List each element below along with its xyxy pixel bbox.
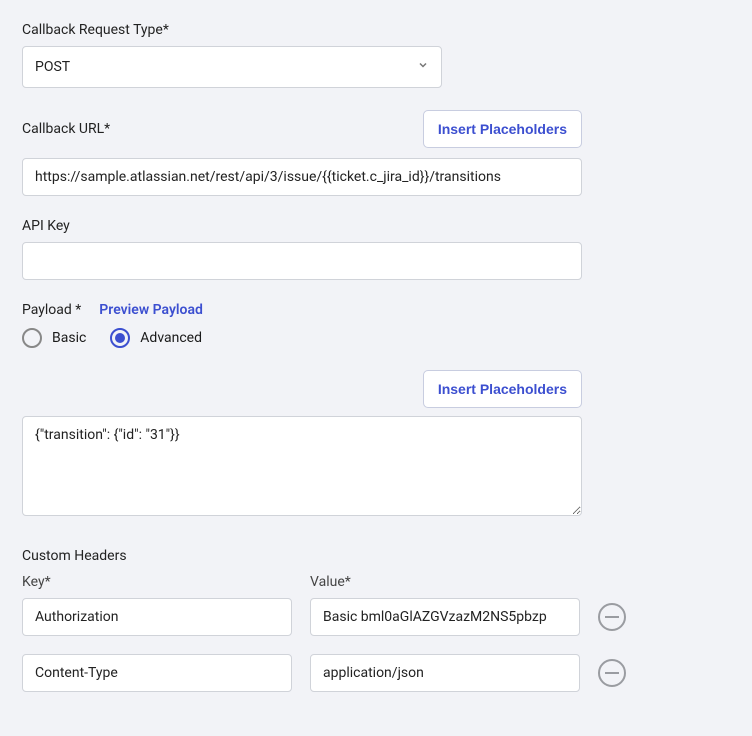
callback-request-type-section: Callback Request Type* POST: [22, 22, 730, 88]
header-value-col-label: Value*: [310, 574, 580, 590]
callback-request-type-label: Callback Request Type*: [22, 22, 730, 38]
header-key-col-label: Key*: [22, 574, 292, 590]
payload-basic-label: Basic: [52, 330, 86, 346]
remove-header-button[interactable]: [598, 603, 626, 631]
payload-advanced-label: Advanced: [140, 330, 202, 346]
header-row: [22, 598, 662, 636]
callback-url-input[interactable]: [22, 158, 582, 196]
insert-placeholders-payload-button[interactable]: Insert Placeholders: [423, 370, 582, 408]
payload-advanced-radio[interactable]: Advanced: [110, 328, 202, 348]
remove-header-button[interactable]: [598, 659, 626, 687]
custom-headers-label: Custom Headers: [22, 548, 730, 564]
insert-placeholders-url-button[interactable]: Insert Placeholders: [423, 110, 582, 148]
api-key-label: API Key: [22, 218, 730, 234]
header-row: [22, 654, 662, 692]
api-key-section: API Key: [22, 218, 730, 280]
radio-icon: [22, 328, 42, 348]
payload-label: Payload *: [22, 302, 81, 318]
payload-basic-radio[interactable]: Basic: [22, 328, 86, 348]
callback-request-type-value: POST: [35, 59, 70, 75]
payload-mode-radio-group: Basic Advanced: [22, 328, 730, 348]
payload-section: Payload * Preview Payload Basic Advanced: [22, 302, 730, 348]
callback-url-section: Callback URL* Insert Placeholders: [22, 110, 730, 196]
minus-icon: [605, 672, 619, 674]
custom-headers-section: Custom Headers Key* Value*: [22, 548, 730, 692]
header-value-input[interactable]: [310, 598, 580, 636]
header-key-input[interactable]: [22, 654, 292, 692]
radio-selected-icon: [110, 328, 130, 348]
callback-request-type-select[interactable]: POST: [22, 46, 442, 88]
header-key-input[interactable]: [22, 598, 292, 636]
payload-body-textarea[interactable]: [22, 416, 582, 516]
chevron-down-icon: [417, 59, 429, 75]
preview-payload-link[interactable]: Preview Payload: [99, 302, 203, 318]
api-key-input[interactable]: [22, 242, 582, 280]
header-value-input[interactable]: [310, 654, 580, 692]
minus-icon: [605, 616, 619, 618]
callback-url-label: Callback URL*: [22, 121, 110, 137]
payload-insert-row: Insert Placeholders: [22, 370, 582, 408]
